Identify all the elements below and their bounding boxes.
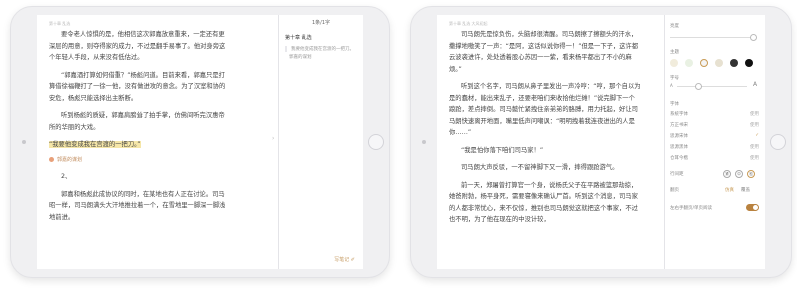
note-dot-icon: [49, 156, 54, 162]
theme-swatch[interactable]: [670, 59, 678, 67]
ipad-frame-right: 第十章 乱选 大风初起 司马朗先是惊负伤，头脑却很清醒。司马朗擦了擦额头的汗水，…: [410, 6, 792, 278]
pageturn-label: 翻页: [670, 188, 679, 193]
camera-dot: [422, 140, 426, 144]
font-option[interactable]: 仓耳今楷 使用: [670, 155, 759, 164]
theme-swatch[interactable]: [715, 59, 723, 67]
paragraph: 郭嘉和杨彪此成协议的同时，在某地也有人正在讨论。司马昭一样，司马朗满头大汗地推拉…: [49, 190, 226, 221]
note-quote: 我要他变成我在宫渡的一把刀。: [285, 46, 363, 52]
note-chapter: 第十章 乱选: [285, 35, 312, 41]
paragraph: 听到这个名字，司马朗从鼻子里发出一声冷哼：“哼，那个自以为是的蠢材，能出来乱子，…: [449, 83, 641, 136]
reading-content: 要令老人惊惧的是，他相信这次郭嘉放意重来，一定还有更深层的用意，则夺得家的成力，…: [49, 29, 227, 229]
font-large-icon[interactable]: A: [753, 81, 757, 88]
toggle-label: 左右手翻页/单页阅读: [670, 206, 713, 211]
pageturn-option-selected[interactable]: 仿真: [725, 187, 734, 193]
chapter-header: 第十章 乱选 大风初起: [449, 21, 488, 26]
font-label: 字体: [670, 102, 679, 107]
paragraph-number: 2、: [61, 173, 72, 180]
reading-content: 司马朗先是惊负伤，头脑却很清醒。司马朗擦了擦额头的汗水，撒撑地嗷笑了一声：“是阿…: [449, 29, 641, 232]
font-option-selected[interactable]: 思源宋体 ✓: [670, 133, 759, 142]
note-item[interactable]: 第十章 乱选 我要他变成我在宫渡的一把刀。 郭嘉的谋划: [285, 34, 363, 60]
paragraph: 要令老人惊惧的是，他相信这次郭嘉放意重来，一定还有更深层的用意，则夺得家的成力，…: [49, 31, 226, 61]
font-small-icon[interactable]: A: [670, 83, 673, 88]
fontsize-label: 字号: [670, 76, 679, 81]
home-button[interactable]: [368, 134, 384, 150]
spacing-option[interactable]: 中: [735, 170, 743, 178]
chevron-right-icon[interactable]: ›: [272, 135, 278, 145]
camera-dot: [22, 140, 26, 144]
write-note-button[interactable]: 写笔记 ✐: [334, 256, 355, 263]
theme-label: 主题: [670, 50, 679, 55]
slider-knob[interactable]: [695, 83, 702, 90]
paragraph: 听到杨彪的质疑，郭嘉肩膀耸了拍手掌，仿佛间听完汉惠帝所的华丽的大戏。: [49, 112, 225, 131]
font-option[interactable]: 方正书宋 使用: [670, 122, 759, 131]
toggle-switch[interactable]: [746, 204, 759, 211]
highlighted-text[interactable]: “我要他变成我在宫渡的一把刀。”: [49, 139, 227, 151]
note-tag[interactable]: 郭嘉的谋划: [49, 155, 227, 167]
slider-knob[interactable]: [750, 34, 757, 41]
paragraph: 前一天，郑屠曾打算官一个身，说杨氏父子在平路被篮那劫掠，她爸附勃，杨平身死，需要…: [449, 181, 638, 224]
paragraph: “郭嘉酒打算如何借重？”杨彪问道。目前来看，郭嘉只是打算借徐福鞭打了一徐一他，没…: [49, 71, 226, 102]
fontsize-slider[interactable]: [677, 83, 747, 90]
reader-screen-left: 第十章 乱选 要令老人惊惧的是，他相信这次郭嘉放意重来，一定还有更深层的用意，则…: [37, 15, 363, 269]
notes-panel: › 1条/1字 第十章 乱选 我要他变成我在宫渡的一把刀。 郭嘉的谋划 写笔记 …: [272, 15, 363, 269]
theme-swatch[interactable]: [685, 59, 693, 67]
theme-swatch-selected[interactable]: [700, 59, 708, 67]
theme-swatch[interactable]: [745, 59, 753, 67]
ipad-frame-left: 第十章 乱选 要令老人惊惧的是，他相信这次郭嘉放意重来，一定还有更深层的用意，则…: [10, 6, 390, 278]
spacing-option-selected[interactable]: 松: [747, 170, 755, 178]
paragraph: 司马朗先是惊负伤，头脑却很清醒。司马朗擦了擦额头的汗水，撒撑地嗷笑了一声：“是阿…: [449, 31, 639, 73]
brightness-slider[interactable]: [670, 34, 757, 41]
settings-panel: 亮度 主题 字号 A A 字体 系统字体 使用 方正书宋 使用 思源宋体 ✓ 思源黑体…: [664, 15, 765, 269]
paragraph: “我是怕你落下咱们司马家！”: [461, 146, 544, 154]
brightness-label: 亮度: [670, 24, 679, 29]
paragraph: 司马朗大声反驳，一不留神脚下又一滑，摔得跟跄游气。: [461, 164, 619, 171]
spacing-option[interactable]: 紧: [723, 170, 731, 178]
reader-screen-right: 第十章 乱选 大风初起 司马朗先是惊负伤，头脑却很清醒。司马朗擦了擦额头的汗水，…: [437, 15, 765, 269]
font-option[interactable]: 思源黑体 使用: [670, 144, 759, 153]
chapter-header: 第十章 乱选: [49, 21, 71, 26]
font-option[interactable]: 系统字体 使用: [670, 111, 759, 120]
note-count: 1条/1字: [311, 20, 331, 26]
pageturn-option[interactable]: 覆盖: [741, 187, 750, 193]
note-excerpt: 郭嘉的谋划: [289, 55, 312, 60]
check-icon: ✓: [755, 133, 759, 138]
theme-swatch[interactable]: [730, 59, 738, 67]
spacing-label: 行间距: [670, 172, 684, 177]
home-button[interactable]: [770, 134, 786, 150]
